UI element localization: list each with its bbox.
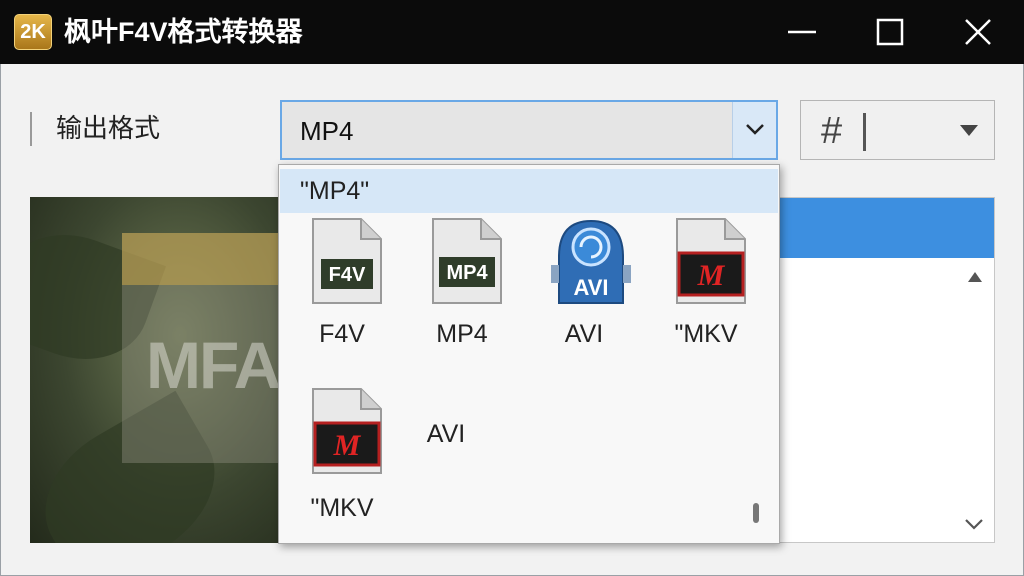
label-divider (30, 112, 32, 146)
close-button[interactable] (946, 8, 1010, 56)
format-option-mkv[interactable]: M "MKV (651, 217, 761, 357)
scroll-down-icon[interactable] (964, 518, 984, 530)
scroll-up-icon[interactable] (968, 272, 982, 282)
format-option-label: "MKV (674, 320, 738, 348)
close-icon (965, 19, 991, 45)
window-title: 枫叶F4V格式转换器 (64, 17, 303, 47)
format-option-f4v[interactable]: F4V F4V (287, 217, 397, 357)
hash-text: # (821, 110, 843, 152)
format-option-avi[interactable]: AVI AVI (529, 217, 639, 357)
text-cursor (863, 113, 866, 151)
output-format-select[interactable]: MP4 (280, 100, 778, 160)
format-option-avi-2[interactable]: AVI (391, 387, 501, 527)
format-option-label: F4V (319, 320, 365, 348)
selected-format-value: MP4 (300, 116, 354, 146)
maximize-icon (876, 18, 904, 46)
format-option-label: AVI (564, 320, 604, 348)
svg-text:M: M (333, 429, 362, 462)
svg-text:F4V: F4V (329, 264, 366, 286)
mkv-file-icon: M (312, 388, 382, 474)
output-format-label: 输出格式 (56, 113, 161, 143)
format-option-label: AVI (426, 420, 466, 448)
dropdown-scroll-thumb[interactable] (753, 503, 759, 523)
dropdown-highlighted-label: "MP4" (300, 177, 370, 205)
file-list-panel[interactable] (778, 197, 995, 543)
secondary-select[interactable]: # (800, 100, 995, 160)
format-option-label: MP4 (436, 320, 488, 348)
maximize-button[interactable] (858, 8, 922, 56)
dropdown-toggle[interactable] (732, 102, 776, 158)
svg-text:MP4: MP4 (446, 262, 488, 284)
format-option-mp4[interactable]: MP4 MP4 (407, 217, 517, 357)
format-option-mkv-2[interactable]: M "MKV (287, 387, 397, 527)
mkv-file-icon: M (676, 218, 746, 304)
minimize-icon (788, 30, 816, 34)
chevron-down-icon (746, 124, 764, 135)
app-logo: 2K (14, 14, 52, 50)
title-bar: 2K 枫叶F4V格式转换器 (0, 0, 1024, 64)
list-selected-row[interactable] (779, 198, 994, 258)
svg-text:M: M (697, 259, 726, 292)
avi-film-icon: AVI (551, 219, 631, 304)
dropdown-highlighted-item[interactable]: "MP4" (280, 169, 778, 213)
svg-text:AVI: AVI (573, 275, 608, 300)
format-dropdown-list[interactable]: "MP4" F4V F4V MP4 MP4 AVI AVI M "MKV M "… (278, 164, 780, 544)
f4v-file-icon: F4V (312, 218, 382, 304)
video-preview: MFA (30, 197, 280, 543)
preview-file-card-top (122, 233, 280, 285)
format-option-label: "MKV (310, 494, 374, 522)
preview-watermark: MFA (146, 328, 280, 402)
minimize-button[interactable] (770, 8, 834, 56)
caret-down-icon (960, 125, 978, 136)
mp4-file-icon: MP4 (432, 218, 502, 304)
